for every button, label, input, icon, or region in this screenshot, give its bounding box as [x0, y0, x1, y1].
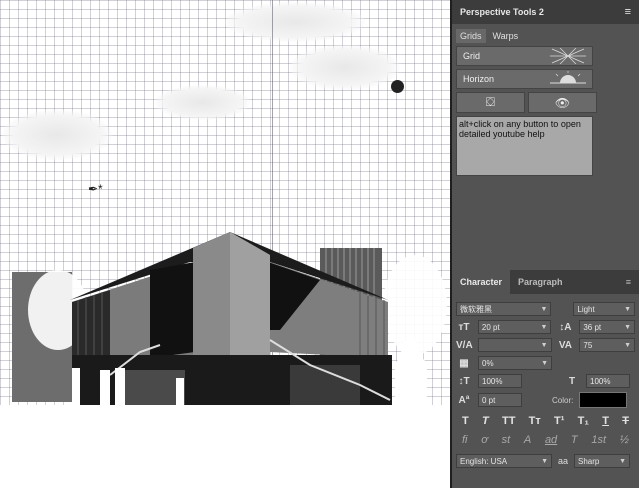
tsume-icon: ▦: [459, 357, 469, 369]
tab-character[interactable]: Character: [452, 270, 511, 294]
horizontal-scale-icon: T: [568, 375, 576, 387]
small-caps-button[interactable]: Tт: [529, 415, 541, 427]
tsume-value: 0%: [482, 358, 494, 368]
horizon-button[interactable]: Horizon: [456, 69, 593, 89]
underline-button[interactable]: T: [602, 415, 609, 427]
panel-menu-icon[interactable]: ≡: [625, 6, 631, 18]
font-family-value: 微软雅黑: [460, 304, 492, 314]
tracking-value: 75: [583, 340, 593, 350]
fill-grid-button[interactable]: ⛋: [456, 92, 525, 113]
antialias-value: Sharp: [578, 456, 600, 466]
font-size-field[interactable]: 20 pt ▼: [477, 320, 552, 334]
color-label: Color:: [552, 395, 574, 405]
type-style-buttons: T T TT Tт T¹ T₁ T T: [462, 415, 629, 427]
vertical-scale-icon: ↕T: [458, 375, 470, 387]
horizontal-scale-value: 100%: [590, 376, 611, 386]
strikethrough-button[interactable]: T: [622, 415, 629, 427]
ordinals-button[interactable]: 1st: [591, 434, 606, 446]
grid-button[interactable]: Grid: [456, 46, 593, 66]
font-size-value: 20 pt: [481, 322, 500, 332]
paint-bucket-icon: ⛋: [485, 95, 496, 109]
help-text-box: alt+click on any button to open detailed…: [456, 116, 593, 176]
superscript-button[interactable]: T¹: [554, 415, 564, 427]
titling-alternates-button[interactable]: T: [571, 434, 578, 446]
character-menu-icon[interactable]: ≡: [618, 270, 639, 294]
character-panel: Character Paragraph ≡ 微软雅黑 ▼ Light ▼ тT 20…: [452, 270, 639, 488]
language-select[interactable]: English: USA ▼: [456, 454, 552, 468]
antialias-select[interactable]: Sharp ▼: [574, 454, 631, 468]
toggle-visibility-button[interactable]: 👁: [528, 92, 597, 113]
color-swatch[interactable]: [579, 392, 628, 408]
canvas-area[interactable]: ✒*: [0, 0, 452, 488]
building-illustration: [0, 232, 450, 488]
tab-grids[interactable]: Grids: [456, 29, 486, 43]
baseline-shift-icon: Aª: [458, 394, 470, 406]
leading-icon: ↕A: [559, 321, 572, 333]
horizon-button-label: Horizon: [463, 74, 495, 84]
tracking-field[interactable]: 75 ▼: [579, 338, 635, 352]
kerning-field[interactable]: ▼: [478, 338, 552, 352]
faux-bold-button[interactable]: T: [462, 415, 469, 427]
baseline-shift-field[interactable]: 0 pt: [478, 393, 522, 407]
swash-button[interactable]: A: [524, 434, 531, 446]
tab-warps[interactable]: Warps: [489, 29, 523, 43]
stylistic-alternates-button[interactable]: ad: [545, 434, 557, 446]
leading-value: 36 pt: [583, 322, 602, 332]
perspective-panel-header: Perspective Tools 2 ≡: [452, 0, 639, 24]
faux-italic-button[interactable]: T: [482, 415, 489, 427]
hide-eye-icon: 👁: [554, 95, 571, 110]
tracking-icon: VA: [558, 339, 573, 351]
leading-field[interactable]: 36 pt ▼: [579, 320, 635, 334]
discretionary-ligatures-button[interactable]: st: [502, 434, 511, 446]
font-style-select[interactable]: Light ▼: [573, 302, 635, 316]
grid-burst-icon: [550, 48, 586, 64]
fractions-button[interactable]: ½: [620, 434, 629, 446]
antialias-icon: aa: [558, 456, 569, 466]
subscript-button[interactable]: T₁: [578, 415, 589, 427]
opentype-buttons: fi ơ st A ad T 1st ½: [462, 434, 629, 446]
old-style-button[interactable]: ơ: [481, 434, 488, 446]
kerning-icon: V/A: [456, 339, 473, 351]
sunrise-icon: [550, 71, 586, 84]
grid-button-label: Grid: [463, 51, 481, 61]
tab-paragraph[interactable]: Paragraph: [510, 270, 571, 294]
panel-title: Perspective Tools 2: [460, 7, 544, 17]
all-caps-button[interactable]: TT: [502, 415, 515, 427]
tsume-field[interactable]: 0% ▼: [478, 356, 552, 370]
font-family-select[interactable]: 微软雅黑 ▼: [456, 302, 552, 316]
font-style-value: Light: [577, 304, 595, 314]
vertical-scale-value: 100%: [482, 376, 503, 386]
language-value: English: USA: [460, 456, 508, 466]
baseline-shift-value: 0 pt: [482, 395, 496, 405]
horizontal-scale-field[interactable]: 100%: [586, 374, 630, 388]
ligatures-button[interactable]: fi: [462, 434, 468, 446]
font-size-icon: тT: [458, 321, 470, 333]
vertical-scale-field[interactable]: 100%: [478, 374, 522, 388]
